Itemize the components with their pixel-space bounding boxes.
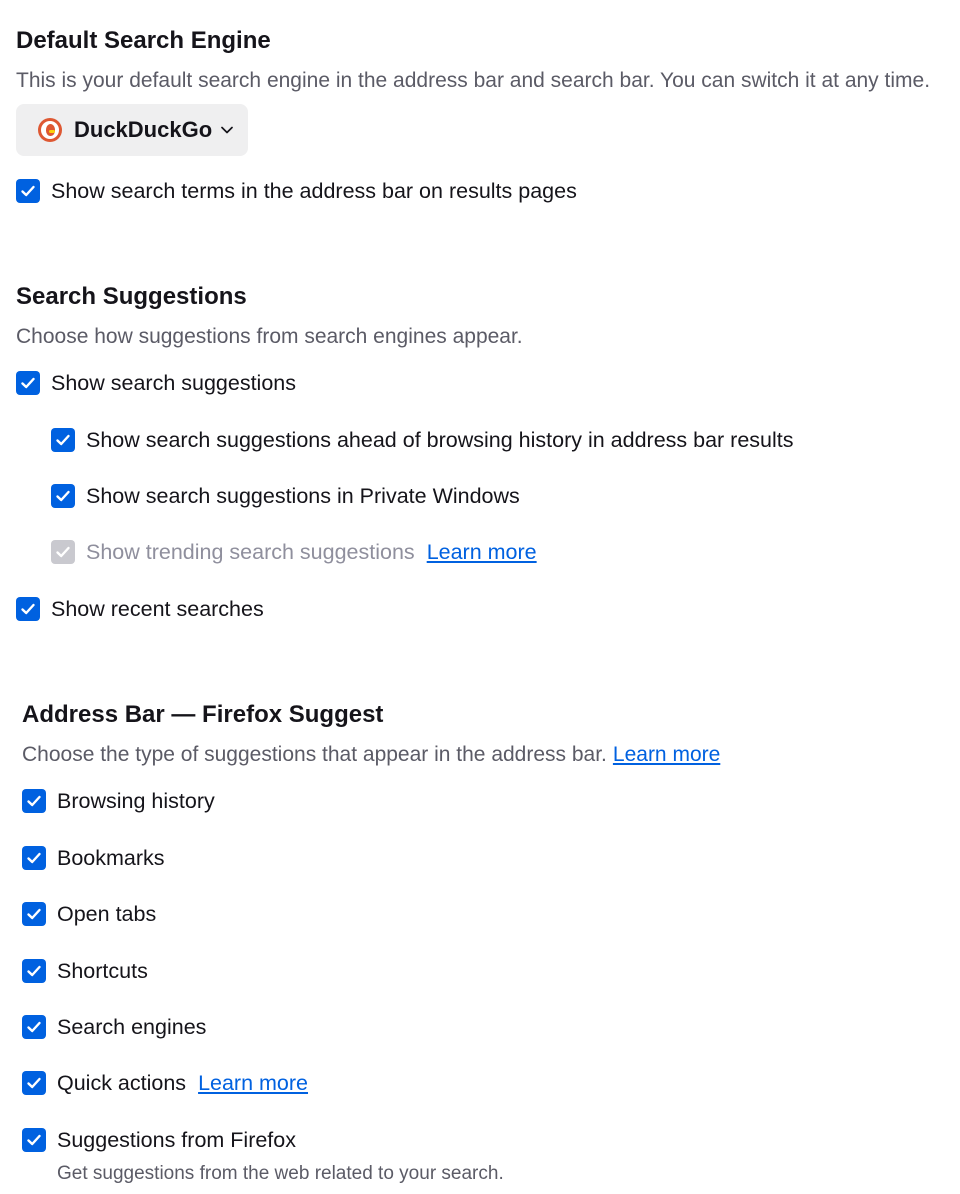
suggestions-ahead-checkbox[interactable] (51, 428, 75, 452)
suggest-item-browsing-history[interactable]: Browsing history (22, 787, 215, 815)
open-tabs-checkbox[interactable] (22, 902, 46, 926)
suggestions-private-row[interactable]: Show search suggestions in Private Windo… (51, 482, 520, 510)
suggest-item-firefox-suggestions[interactable]: Suggestions from Firefox (22, 1126, 296, 1154)
suggest-item-quick-actions[interactable]: Quick actions Learn more (22, 1069, 308, 1097)
default-engine-title: Default Search Engine (16, 27, 271, 54)
trending-learn-more-link[interactable]: Learn more (427, 538, 537, 566)
show-search-terms-label: Show search terms in the address bar on … (51, 179, 577, 203)
search-engine-selected: DuckDuckGo (74, 117, 213, 142)
bookmarks-label: Bookmarks (57, 846, 165, 870)
suggest-item-search-engines[interactable]: Search engines (22, 1013, 206, 1041)
firefox-suggestions-checkbox[interactable] (22, 1128, 46, 1152)
suggestions-ahead-label: Show search suggestions ahead of browsin… (86, 428, 794, 452)
shortcuts-label: Shortcuts (57, 959, 148, 983)
firefox-suggest-learn-more-link[interactable]: Learn more (613, 743, 720, 766)
shortcuts-checkbox[interactable] (22, 959, 46, 983)
quick-actions-label: Quick actions (57, 1071, 187, 1095)
firefox-suggest-description-text: Choose the type of suggestions that appe… (22, 743, 607, 766)
suggestions-private-label: Show search suggestions in Private Windo… (86, 484, 520, 508)
show-search-terms-row[interactable]: Show search terms in the address bar on … (16, 177, 577, 205)
search-engines-label: Search engines (57, 1015, 207, 1039)
show-search-suggestions-row[interactable]: Show search suggestions (16, 369, 296, 397)
show-search-suggestions-label: Show search suggestions (51, 371, 297, 395)
quick-actions-learn-more-link[interactable]: Learn more (198, 1069, 308, 1097)
firefox-suggest-title: Address Bar — Firefox Suggest (22, 701, 384, 728)
bookmarks-checkbox[interactable] (22, 846, 46, 870)
recent-searches-label: Show recent searches (51, 597, 264, 621)
search-engine-dropdown[interactable]: DuckDuckGo (16, 104, 248, 156)
trending-suggestions-checkbox (51, 540, 75, 564)
quick-actions-checkbox[interactable] (22, 1071, 46, 1095)
browsing-history-checkbox[interactable] (22, 789, 46, 813)
browsing-history-label: Browsing history (57, 789, 215, 813)
duckduckgo-icon (38, 118, 62, 142)
open-tabs-label: Open tabs (57, 902, 157, 926)
firefox-suggestions-label: Suggestions from Firefox (57, 1128, 296, 1152)
recent-searches-row[interactable]: Show recent searches (16, 595, 264, 623)
suggestions-ahead-row[interactable]: Show search suggestions ahead of browsin… (51, 426, 794, 454)
search-suggestions-title: Search Suggestions (16, 283, 247, 310)
search-engines-checkbox[interactable] (22, 1015, 46, 1039)
suggest-item-open-tabs[interactable]: Open tabs (22, 900, 156, 928)
suggest-item-bookmarks[interactable]: Bookmarks (22, 844, 165, 872)
search-suggestions-description: Choose how suggestions from search engin… (16, 325, 523, 348)
firefox-suggestions-sublabel: Get suggestions from the web related to … (57, 1163, 504, 1184)
firefox-suggest-description: Choose the type of suggestions that appe… (22, 741, 720, 769)
default-engine-description: This is your default search engine in th… (16, 69, 931, 92)
show-search-terms-checkbox[interactable] (16, 179, 40, 203)
show-search-suggestions-checkbox[interactable] (16, 371, 40, 395)
trending-suggestions-label: Show trending search suggestions (86, 540, 415, 564)
suggest-item-shortcuts[interactable]: Shortcuts (22, 957, 148, 985)
chevron-down-icon (221, 126, 234, 134)
recent-searches-checkbox[interactable] (16, 597, 40, 621)
suggestions-private-checkbox[interactable] (51, 484, 75, 508)
trending-suggestions-row: Show trending search suggestions Learn m… (51, 538, 537, 566)
